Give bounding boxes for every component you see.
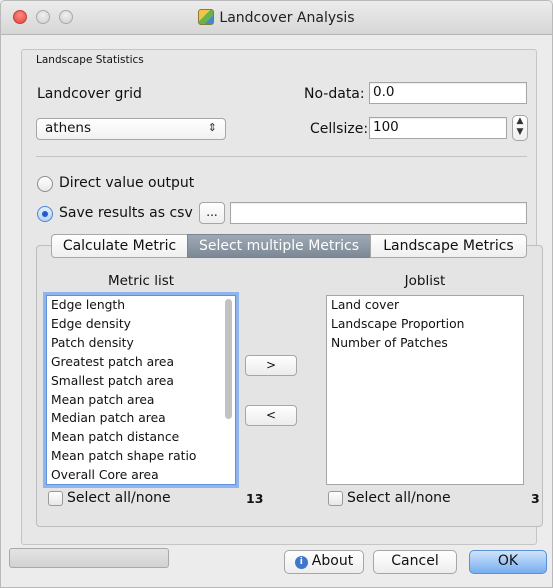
metric-list-item[interactable]: Overall Core area	[47, 466, 235, 484]
stepper-down-icon: ▼	[516, 127, 524, 137]
save-csv-radio[interactable]	[37, 206, 53, 222]
metric-list-item[interactable]: Edge length	[47, 296, 235, 315]
csv-path-input[interactable]	[230, 202, 527, 224]
joblist-select-all-checkbox[interactable]	[328, 491, 343, 506]
metrics-tabs: Calculate Metric Select multiple Metrics…	[51, 234, 527, 258]
joblist-items: Land cover Landscape Proportion Number of …	[327, 296, 523, 353]
metric-list-item[interactable]: Smallest patch area	[47, 372, 235, 391]
metric-list-items: Edge length Edge density Patch density Grea…	[47, 296, 235, 484]
tab-select-multiple-metrics[interactable]: Select multiple Metrics	[187, 234, 370, 258]
window-title-area: Landcover Analysis	[1, 9, 552, 26]
about-button[interactable]: i About	[284, 550, 364, 574]
metric-list-item[interactable]: Greatest patch area	[47, 353, 235, 372]
joblist-select-all-label: Select all/none	[347, 490, 451, 506]
select-arrows-icon: ⇕	[207, 121, 217, 134]
about-label: About	[311, 553, 354, 569]
landcover-analysis-window: Landcover Analysis Landscape Statistics …	[0, 0, 553, 588]
add-to-joblist-button[interactable]: >	[245, 355, 297, 376]
direct-output-radio[interactable]	[37, 176, 53, 192]
joblist-heading: Joblist	[404, 273, 446, 289]
metric-list-heading: Metric list	[107, 273, 175, 289]
tab-calculate-metric[interactable]: Calculate Metric	[51, 234, 187, 258]
joblist-item[interactable]: Number of Patches	[327, 334, 523, 353]
section-separator	[36, 156, 527, 157]
metric-list-item[interactable]: Median patch area	[47, 409, 235, 428]
title-bar: Landcover Analysis	[1, 1, 552, 35]
metric-list-item[interactable]: Patch density	[47, 334, 235, 353]
metric-list-item[interactable]: Mean patch area	[47, 391, 235, 410]
metric-list-scrollbar[interactable]	[225, 299, 232, 419]
joblist-item[interactable]: Landscape Proportion	[327, 315, 523, 334]
save-csv-label: Save results as csv	[59, 205, 193, 221]
tab-landscape-metrics[interactable]: Landscape Metrics	[370, 234, 527, 258]
cellsize-input[interactable]: 100	[369, 117, 507, 139]
cellsize-label: Cellsize:	[310, 121, 369, 137]
remove-from-joblist-button[interactable]: <	[245, 405, 297, 426]
metric-list-item[interactable]: Mean patch distance	[47, 428, 235, 447]
metric-list-item[interactable]: Mean patch shape ratio	[47, 447, 235, 466]
metric-list[interactable]: Edge length Edge density Patch density Grea…	[46, 295, 236, 485]
stepper-up-icon: ▲	[516, 116, 524, 126]
joblist-item[interactable]: Land cover	[327, 296, 523, 315]
landcover-grid-select[interactable]: athens ⇕	[36, 118, 226, 140]
landcover-grid-label: Landcover grid	[37, 86, 142, 102]
cancel-button[interactable]: Cancel	[373, 550, 457, 574]
nodata-label: No-data:	[304, 86, 365, 102]
nodata-input[interactable]: 0.0	[369, 82, 527, 104]
metric-count: 13	[246, 491, 264, 506]
metric-list-item[interactable]: Edge density	[47, 315, 235, 334]
metric-select-all-label: Select all/none	[67, 490, 171, 506]
metric-select-all-checkbox[interactable]	[48, 491, 63, 506]
cellsize-stepper[interactable]: ▲ ▼	[512, 115, 528, 141]
ok-button[interactable]: OK	[469, 550, 547, 574]
group-title: Landscape Statistics	[36, 54, 144, 66]
joblist-count: 3	[531, 491, 540, 506]
progress-bar	[9, 548, 169, 568]
joblist[interactable]: Land cover Landscape Proportion Number of …	[326, 295, 524, 485]
info-icon: i	[294, 556, 308, 569]
landcover-app-icon	[198, 9, 215, 25]
window-title: Landcover Analysis	[219, 10, 355, 26]
landcover-grid-selected-value: athens	[45, 120, 92, 136]
direct-output-label: Direct value output	[59, 175, 195, 191]
browse-button[interactable]: ...	[199, 202, 225, 224]
